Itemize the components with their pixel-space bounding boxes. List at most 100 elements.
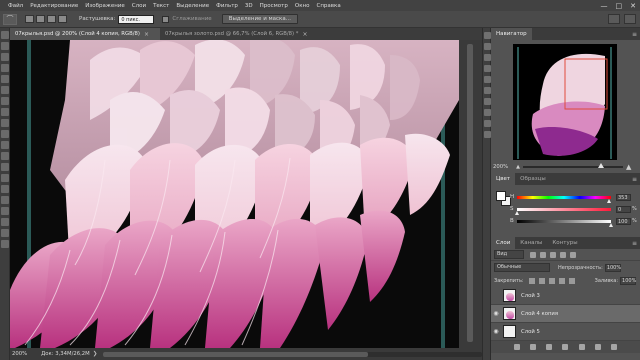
paragraph-panel-icon[interactable] bbox=[484, 98, 491, 105]
feather-input[interactable]: 0 пикс. bbox=[118, 14, 155, 24]
layer-row[interactable]: Слой 3 bbox=[491, 287, 640, 305]
healing-tool-icon[interactable] bbox=[1, 97, 9, 105]
menu-image[interactable]: Изображение bbox=[85, 3, 125, 9]
shape-tool-icon[interactable] bbox=[1, 218, 9, 226]
layer-name[interactable]: Слой 4 копия bbox=[521, 311, 558, 317]
menu-layers[interactable]: Слои bbox=[132, 3, 146, 9]
minimize-icon[interactable]: — bbox=[601, 2, 608, 10]
opacity-value[interactable]: 100% bbox=[604, 263, 621, 272]
scroll-thumb[interactable] bbox=[103, 351, 369, 357]
blend-mode-select[interactable]: Обычные bbox=[494, 263, 550, 272]
layer-kind-filter[interactable]: Вид bbox=[494, 250, 524, 259]
quick-select-tool-icon[interactable] bbox=[1, 64, 9, 72]
panel-menu-icon[interactable]: ≡ bbox=[632, 176, 637, 183]
adjustment-layer-icon[interactable] bbox=[562, 344, 569, 350]
layer-row[interactable]: ◉ Слой 4 копия bbox=[491, 305, 640, 323]
pixel-filter-icon[interactable] bbox=[530, 251, 536, 258]
actions-panel-icon[interactable] bbox=[484, 43, 491, 50]
brightness-value[interactable]: 100 bbox=[616, 217, 631, 225]
menu-3d[interactable]: 3D bbox=[245, 3, 253, 9]
marquee-tool-icon[interactable] bbox=[1, 42, 9, 50]
menu-filter[interactable]: Фильтр bbox=[216, 3, 238, 9]
lock-transparency-icon[interactable] bbox=[528, 277, 535, 284]
libraries-panel-icon[interactable] bbox=[484, 131, 491, 138]
menu-type[interactable]: Текст bbox=[153, 3, 169, 9]
blur-tool-icon[interactable] bbox=[1, 163, 9, 171]
dodge-tool-icon[interactable] bbox=[1, 174, 9, 182]
antialias-checkbox[interactable] bbox=[162, 15, 170, 23]
properties-panel-icon[interactable] bbox=[484, 54, 491, 61]
layer-name[interactable]: Слой 3 bbox=[521, 293, 540, 299]
zoom-tool-icon[interactable] bbox=[1, 240, 9, 248]
close-tab-icon[interactable]: × bbox=[144, 31, 149, 38]
intersect-selection-icon[interactable] bbox=[58, 15, 67, 23]
crop-tool-icon[interactable] bbox=[1, 75, 9, 83]
add-mask-icon[interactable] bbox=[546, 344, 553, 350]
workspace-icon[interactable] bbox=[624, 14, 636, 24]
hand-tool-icon[interactable] bbox=[1, 229, 9, 237]
smart-object-filter-icon[interactable] bbox=[570, 251, 576, 258]
navigator-zoom[interactable]: 200% bbox=[493, 164, 508, 170]
menu-select[interactable]: Выделение bbox=[176, 3, 209, 9]
saturation-slider-handle[interactable] bbox=[514, 210, 519, 215]
character-panel-icon[interactable] bbox=[484, 87, 491, 94]
document-canvas[interactable] bbox=[10, 40, 459, 348]
lock-position-icon[interactable] bbox=[548, 277, 555, 284]
tab-paths[interactable]: Контуры bbox=[547, 237, 582, 249]
vertical-scrollbar[interactable] bbox=[459, 40, 482, 348]
hue-slider[interactable] bbox=[517, 195, 611, 203]
shape-filter-icon[interactable] bbox=[560, 251, 566, 258]
zoom-level[interactable]: 200% bbox=[12, 351, 27, 357]
lock-pixels-icon[interactable] bbox=[538, 277, 545, 284]
link-layers-icon[interactable] bbox=[514, 344, 521, 350]
adjustment-filter-icon[interactable] bbox=[540, 251, 546, 258]
layer-style-icon[interactable] bbox=[530, 344, 537, 350]
fill-value[interactable]: 100% bbox=[620, 276, 636, 285]
history-panel-icon[interactable] bbox=[484, 32, 491, 39]
lasso-tool-icon[interactable] bbox=[1, 53, 9, 61]
lock-artboard-icon[interactable] bbox=[558, 277, 565, 284]
panel-menu-icon[interactable]: ≡ bbox=[632, 31, 637, 38]
add-selection-icon[interactable] bbox=[36, 15, 45, 23]
gradient-tool-icon[interactable] bbox=[1, 152, 9, 160]
tab-navigator[interactable]: Навигатор bbox=[491, 28, 532, 40]
type-tool-icon[interactable] bbox=[1, 196, 9, 204]
new-selection-icon[interactable] bbox=[25, 15, 34, 23]
eraser-tool-icon[interactable] bbox=[1, 141, 9, 149]
navigator-preview[interactable] bbox=[513, 44, 617, 160]
path-select-tool-icon[interactable] bbox=[1, 207, 9, 215]
adjustments-panel-icon[interactable] bbox=[484, 65, 491, 72]
status-menu-arrow-icon[interactable]: ❯ bbox=[93, 351, 98, 357]
type-filter-icon[interactable] bbox=[550, 251, 556, 258]
tab-channels[interactable]: Каналы bbox=[515, 237, 547, 249]
foreground-color-swatch[interactable] bbox=[496, 191, 506, 201]
brush-tool-icon[interactable] bbox=[1, 108, 9, 116]
close-icon[interactable]: ✕ bbox=[630, 2, 636, 10]
tab-swatches[interactable]: Образцы bbox=[515, 173, 551, 185]
eye-icon[interactable]: ◉ bbox=[491, 310, 501, 317]
pen-tool-icon[interactable] bbox=[1, 185, 9, 193]
horizontal-scrollbar[interactable] bbox=[103, 351, 482, 357]
layer-name[interactable]: Слой 5 bbox=[521, 329, 540, 335]
hue-value[interactable]: 353 bbox=[616, 193, 631, 201]
new-layer-icon[interactable] bbox=[594, 344, 601, 350]
styles-panel-icon[interactable] bbox=[484, 120, 491, 127]
menu-edit[interactable]: Редактирование bbox=[30, 3, 78, 9]
close-tab-icon[interactable]: × bbox=[302, 31, 307, 38]
menu-file[interactable]: Файл bbox=[8, 3, 23, 9]
trash-icon[interactable] bbox=[610, 344, 617, 350]
tab-layers[interactable]: Слои bbox=[491, 237, 516, 249]
panel-menu-icon[interactable]: ≡ bbox=[632, 240, 637, 247]
move-tool-icon[interactable] bbox=[1, 31, 9, 39]
hue-slider-handle[interactable] bbox=[606, 198, 611, 203]
menu-view[interactable]: Просмотр bbox=[260, 3, 288, 9]
menu-help[interactable]: Справка bbox=[316, 3, 340, 9]
search-icon[interactable] bbox=[608, 14, 620, 24]
tab-document-1[interactable]: 07крылья.psd @ 200% (Слой 4 копия, RGB/8… bbox=[10, 28, 160, 40]
brush-panel-icon[interactable] bbox=[484, 76, 491, 83]
subtract-selection-icon[interactable] bbox=[47, 15, 56, 23]
info-panel-icon[interactable] bbox=[484, 109, 491, 116]
stamp-tool-icon[interactable] bbox=[1, 119, 9, 127]
saturation-slider[interactable] bbox=[514, 207, 611, 215]
eye-icon[interactable]: ◉ bbox=[491, 328, 501, 335]
